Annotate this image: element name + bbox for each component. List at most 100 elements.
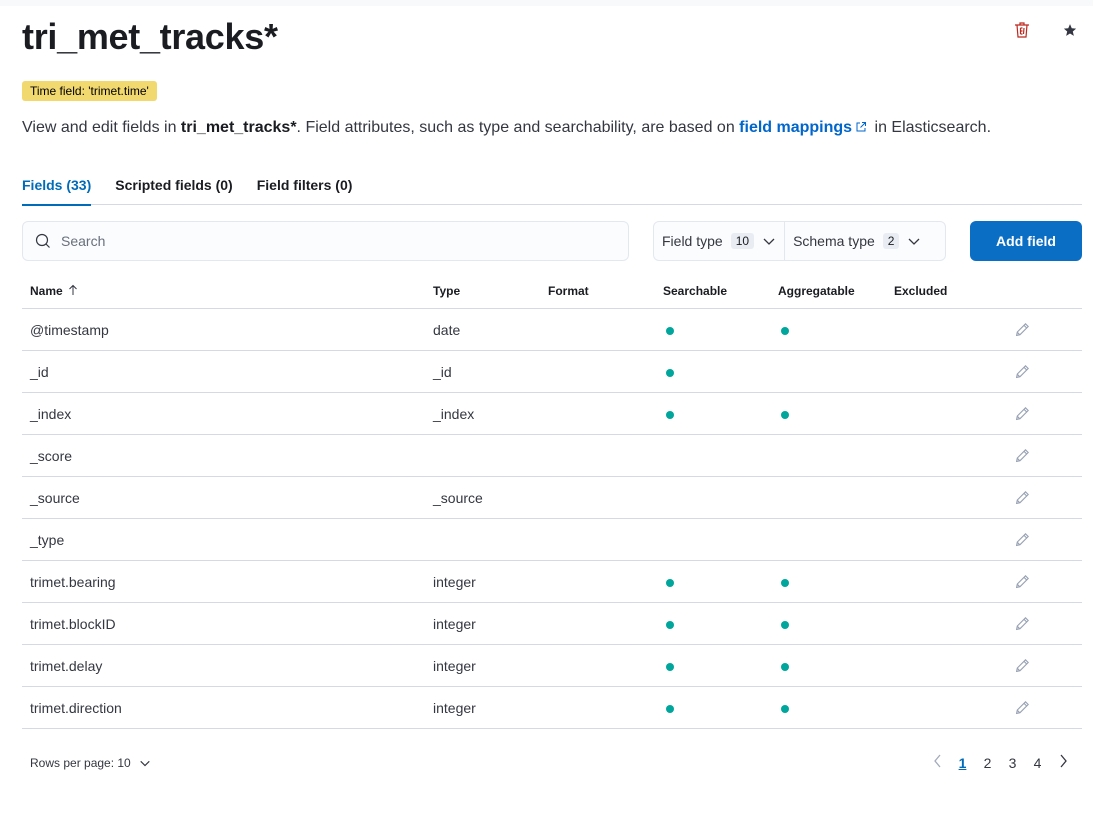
page-title: tri_met_tracks* xyxy=(22,16,278,57)
trash-icon xyxy=(1015,22,1029,38)
searchable-indicator-icon xyxy=(666,662,674,671)
field-name: @timestamp xyxy=(30,321,109,338)
tab-field-filters[interactable]: Field filters (0) xyxy=(257,165,353,205)
table-row: @timestamp date xyxy=(22,309,1082,351)
column-label: Name xyxy=(30,284,63,298)
page-1-button[interactable]: 1 xyxy=(950,755,975,771)
pencil-icon xyxy=(1015,658,1029,672)
edit-field-button[interactable] xyxy=(996,574,1082,590)
tab-scripted-fields[interactable]: Scripted fields (0) xyxy=(115,165,232,205)
field-name: trimet.blockID xyxy=(30,615,116,632)
table-body: @timestamp date _id _id _index _index _score _s… xyxy=(22,309,1082,729)
field-type: _id xyxy=(433,363,452,380)
field-name: _source xyxy=(30,489,80,506)
table-header: Name Type Format Searchable Aggregatable… xyxy=(22,274,1082,309)
field-name: trimet.direction xyxy=(30,699,122,716)
chevron-left-icon xyxy=(933,754,940,768)
page-description: View and edit fields in tri_met_tracks*.… xyxy=(22,119,991,137)
filter-group: Field type 10 Schema type 2 xyxy=(653,221,946,261)
aggregatable-indicator-icon xyxy=(781,326,789,335)
tab-fields[interactable]: Fields (33) xyxy=(22,165,92,206)
field-type-filter[interactable]: Field type 10 xyxy=(654,222,784,260)
field-name: _score xyxy=(30,447,73,464)
edit-field-button[interactable] xyxy=(996,616,1082,632)
aggregatable-cell xyxy=(770,322,886,338)
external-link-icon xyxy=(856,122,867,132)
field-name: trimet.delay xyxy=(30,657,103,674)
edit-field-button[interactable] xyxy=(996,448,1082,464)
pencil-icon xyxy=(1015,532,1029,546)
table-row: _score xyxy=(22,435,1082,477)
schema-type-count: 2 xyxy=(882,233,900,249)
table-row: trimet.bearing integer xyxy=(22,561,1082,603)
delete-index-pattern-button[interactable] xyxy=(1012,20,1032,40)
page-2-button[interactable]: 2 xyxy=(975,755,1000,771)
pencil-icon xyxy=(1015,448,1029,462)
aggregatable-cell xyxy=(770,658,886,674)
column-header-aggregatable: Aggregatable xyxy=(778,284,855,298)
schema-type-filter[interactable]: Schema type 2 xyxy=(784,222,929,260)
field-type: integer xyxy=(433,573,476,590)
page-4-button[interactable]: 4 xyxy=(1025,755,1050,771)
field-type: integer xyxy=(433,699,476,716)
column-header-format: Format xyxy=(548,284,589,298)
search-box xyxy=(22,221,629,261)
previous-page-button[interactable] xyxy=(925,754,950,771)
edit-field-button[interactable] xyxy=(996,532,1082,548)
column-header-excluded: Excluded xyxy=(894,284,948,298)
searchable-cell xyxy=(655,406,770,422)
edit-field-button[interactable] xyxy=(996,406,1082,422)
searchable-cell xyxy=(655,658,770,674)
chevron-down-icon xyxy=(140,760,150,767)
pencil-icon xyxy=(1015,364,1029,378)
column-header-type[interactable]: Type xyxy=(425,284,540,298)
edit-field-button[interactable] xyxy=(996,700,1082,716)
table-row: trimet.direction integer xyxy=(22,687,1082,729)
rows-per-page-label: Rows per page: 10 xyxy=(30,756,131,770)
pencil-icon xyxy=(1015,406,1029,420)
searchable-indicator-icon xyxy=(666,620,674,629)
field-type: _source xyxy=(433,489,483,506)
search-input[interactable] xyxy=(61,233,601,249)
pencil-icon xyxy=(1015,616,1029,630)
searchable-indicator-icon xyxy=(666,410,674,419)
table-row: _type xyxy=(22,519,1082,561)
pencil-icon xyxy=(1015,322,1029,336)
table-row: _index _index xyxy=(22,393,1082,435)
table-row: trimet.blockID integer xyxy=(22,603,1082,645)
field-type: integer xyxy=(433,657,476,674)
aggregatable-cell xyxy=(770,574,886,590)
add-field-button[interactable]: Add field xyxy=(970,221,1082,261)
pencil-icon xyxy=(1015,700,1029,714)
next-page-button[interactable] xyxy=(1050,754,1075,771)
edit-field-button[interactable] xyxy=(996,364,1082,380)
edit-field-button[interactable] xyxy=(996,322,1082,338)
field-mappings-link[interactable]: field mappings xyxy=(739,119,852,136)
aggregatable-indicator-icon xyxy=(781,620,789,629)
table-row: trimet.delay integer xyxy=(22,645,1082,687)
top-band xyxy=(0,0,1093,6)
index-name: tri_met_tracks* xyxy=(180,119,297,136)
set-default-button[interactable] xyxy=(1060,20,1080,40)
chevron-down-icon xyxy=(909,238,920,245)
column-header-name[interactable]: Name xyxy=(22,284,425,298)
edit-field-button[interactable] xyxy=(996,658,1082,674)
field-type-label: Field type xyxy=(662,233,723,249)
searchable-cell xyxy=(655,364,770,380)
page-3-button[interactable]: 3 xyxy=(1000,755,1025,771)
rows-per-page-button[interactable]: Rows per page: 10 xyxy=(30,756,151,770)
time-field-badge: Time field: 'trimet.time' xyxy=(22,81,157,101)
tabs: Fields (33) Scripted fields (0) Field fi… xyxy=(22,165,1082,206)
searchable-cell xyxy=(655,322,770,338)
searchable-cell xyxy=(655,616,770,632)
pencil-icon xyxy=(1015,490,1029,504)
field-name: _id xyxy=(30,363,49,380)
aggregatable-cell xyxy=(770,406,886,422)
searchable-indicator-icon xyxy=(666,704,674,713)
searchable-indicator-icon xyxy=(666,578,674,587)
aggregatable-indicator-icon xyxy=(781,662,789,671)
searchable-indicator-icon xyxy=(666,368,674,377)
aggregatable-indicator-icon xyxy=(781,410,789,419)
edit-field-button[interactable] xyxy=(996,490,1082,506)
searchable-indicator-icon xyxy=(666,326,674,335)
